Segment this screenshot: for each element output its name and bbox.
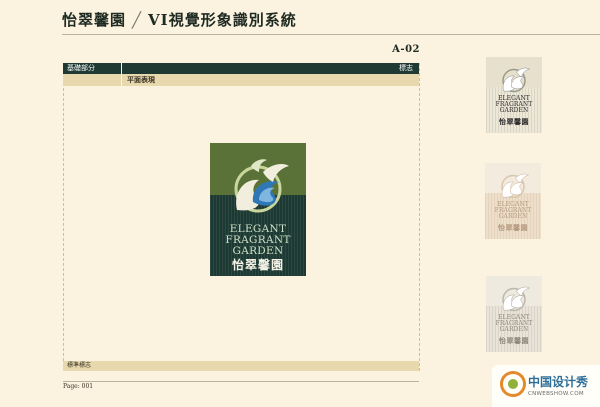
page-number: Page: 001 (63, 383, 94, 390)
logo-variant-gray: ELEGANT FRAGRANT GARDEN 怡翠馨園 (486, 276, 542, 352)
watermark-title: 中国设计秀 (528, 375, 589, 389)
site-watermark: 中国设计秀 CNWEBSHOW.COM (492, 365, 600, 407)
logo-chinese-name: 怡翠馨園 (499, 117, 529, 126)
watermark-logo-icon (500, 371, 526, 397)
footer-rule (63, 381, 419, 382)
logo-variant-warm: ELEGANT FRAGRANT GARDEN 怡翠馨園 (485, 163, 541, 239)
logo-chinese-name: 怡翠馨園 (499, 336, 529, 345)
logo-variant-dark: ELEGANT FRAGRANT GARDEN 怡翠馨園 (486, 57, 542, 133)
logo-text-line3: GARDEN (499, 107, 529, 114)
subsection-row: 平面表現 (63, 74, 419, 86)
logo-text-line3: GARDEN (498, 213, 528, 220)
logo-chinese-name: 怡翠馨園 (498, 223, 528, 232)
category-bar: 基礎部分 標志 (63, 63, 419, 74)
header-rule (62, 34, 600, 35)
system-title: VI視覺形象識別系統 (148, 11, 297, 29)
page-header: 怡翠馨園 ╱ VI視覺形象識別系統 (62, 9, 297, 30)
logo-text-line3: GARDEN (499, 326, 529, 333)
watermark-url: CNWEBSHOW.COM (528, 391, 584, 397)
footer-label: 標準標志 (67, 362, 92, 369)
logo-text-line3: GARDEN (232, 245, 284, 257)
main-logo: ELEGANT FRAGRANT GARDEN 怡翠馨園 (210, 143, 306, 276)
section-label: 標志 (399, 64, 413, 72)
bar-divider (121, 63, 122, 74)
leaf-wave-icon (502, 67, 531, 93)
logo-chinese-name: 怡翠馨園 (231, 258, 284, 272)
leaf-wave-icon (501, 173, 530, 199)
subsection-label: 平面表現 (127, 75, 155, 84)
title-divider: ╱ (132, 11, 143, 29)
brand-title: 怡翠馨園 (62, 11, 127, 29)
category-label: 基礎部分 (67, 64, 95, 72)
leaf-wave-icon (234, 158, 289, 213)
logo-text-line2: FRAGRANT (225, 234, 291, 246)
logo-text-line1: ELEGANT (229, 223, 287, 235)
page-code: A-02 (392, 44, 420, 55)
row-divider (121, 74, 122, 86)
leaf-wave-icon (502, 286, 531, 312)
footer-label-bar: 標準標志 (63, 361, 419, 371)
